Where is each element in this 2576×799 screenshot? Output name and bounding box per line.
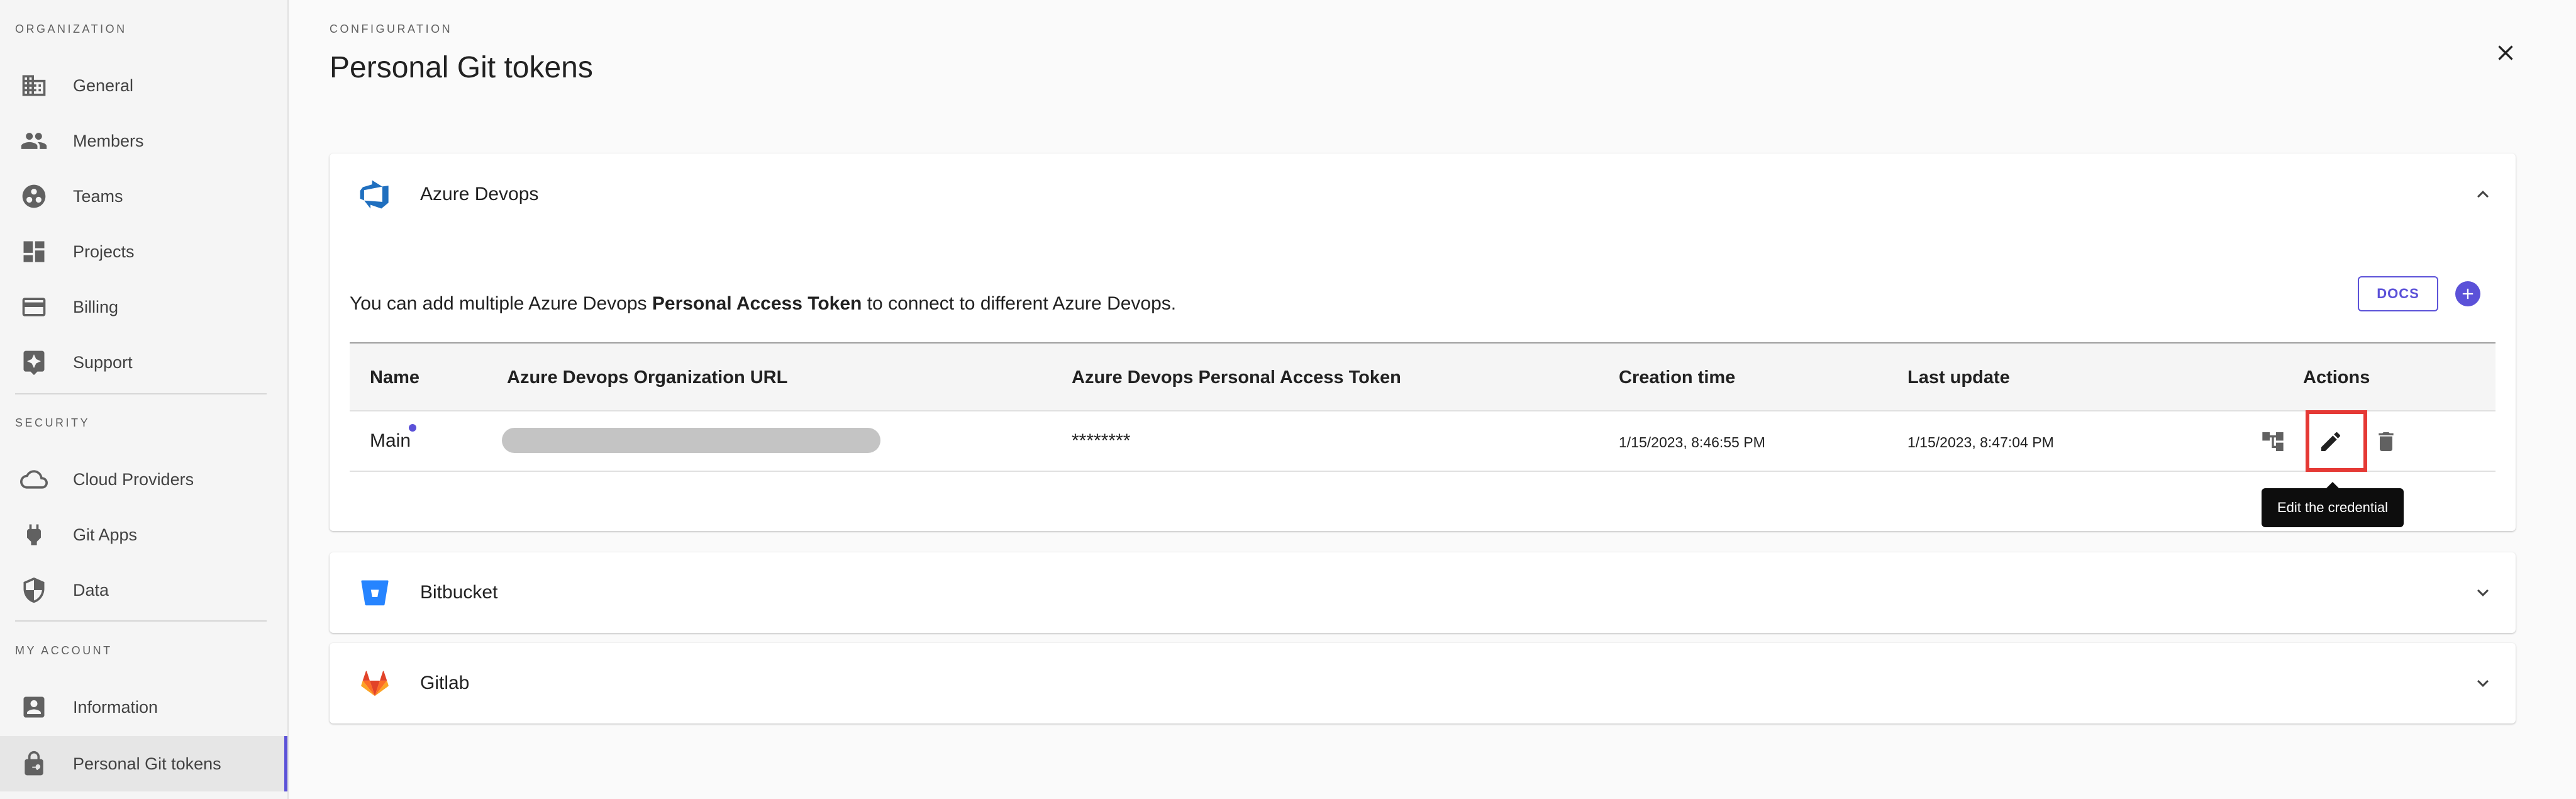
bitbucket-panel: Bitbucket — [330, 552, 2516, 633]
azure-devops-logo-icon — [358, 178, 391, 211]
sidebar-item-information[interactable]: Information — [0, 679, 287, 735]
sidebar-item-data[interactable]: Data — [0, 562, 287, 618]
panel-title: Azure Devops — [420, 184, 539, 204]
dashboard-icon — [20, 238, 48, 265]
description-text: to connect to different Azure Devops. — [862, 293, 1177, 314]
panel-description: You can add multiple Azure Devops Person… — [350, 293, 1176, 315]
sidebar-item-teams[interactable]: Teams — [0, 169, 287, 224]
sidebar-item-label: Information — [73, 697, 158, 717]
lock-key-icon — [20, 750, 48, 778]
token-value: ******** — [1072, 430, 1131, 451]
table-header: Name Azure Devops Organization URL Azure… — [350, 342, 2496, 411]
section-label-my-account: MY ACCOUNT — [15, 644, 113, 657]
column-header-name: Name — [370, 367, 419, 388]
account-box-icon — [20, 693, 48, 721]
column-header-token: Azure Devops Personal Access Token — [1072, 367, 1401, 388]
last-update-time: 1/15/2023, 8:47:04 PM — [1907, 434, 2054, 450]
gitlab-panel: Gitlab — [330, 643, 2516, 724]
add-token-button[interactable] — [2455, 281, 2480, 306]
docs-button[interactable]: DOCS — [2358, 276, 2438, 311]
plug-icon — [20, 521, 48, 549]
panel-title: Gitlab — [420, 673, 470, 693]
page-title: Personal Git tokens — [330, 51, 593, 84]
sidebar-item-label: Cloud Providers — [73, 469, 194, 489]
section-label-organization: ORGANIZATION — [15, 23, 127, 35]
sidebar-item-git-apps[interactable]: Git Apps — [0, 507, 287, 562]
sidebar-item-label: Projects — [73, 242, 135, 261]
people-icon — [20, 127, 48, 155]
sidebar-divider — [15, 393, 267, 394]
sidebar-item-label: Billing — [73, 297, 119, 316]
associated-services-button[interactable] — [2258, 427, 2288, 457]
sidebar-item-label: Personal Git tokens — [73, 754, 221, 773]
gitlab-panel-header[interactable]: Gitlab — [330, 643, 2516, 724]
azure-devops-panel-header[interactable]: Azure Devops — [330, 154, 2516, 235]
bitbucket-panel-header[interactable]: Bitbucket — [330, 552, 2516, 633]
cloud-icon — [20, 466, 48, 493]
url-redacted-bar — [502, 428, 880, 453]
close-icon — [2498, 45, 2513, 60]
column-header-creation-time: Creation time — [1619, 367, 1736, 388]
bitbucket-logo-icon — [358, 576, 391, 609]
creation-time: 1/15/2023, 8:46:55 PM — [1619, 434, 1765, 450]
sidebar-item-personal-git-tokens[interactable]: Personal Git tokens — [0, 736, 287, 791]
sidebar-item-billing[interactable]: Billing — [0, 279, 287, 335]
sidebar-item-general[interactable]: General — [0, 58, 287, 113]
description-bold-text: Personal Access Token — [652, 293, 862, 314]
delete-credential-button[interactable] — [2371, 427, 2401, 457]
column-header-last-update: Last update — [1907, 367, 2010, 388]
sidebar-item-label: Git Apps — [73, 525, 138, 544]
support-icon — [20, 349, 48, 376]
chevron-down-icon[interactable] — [2470, 580, 2496, 605]
building-icon — [20, 72, 48, 99]
sidebar-divider — [15, 620, 267, 622]
description-text: You can add multiple Azure Devops — [350, 293, 652, 314]
azure-devops-panel: Azure Devops You can add multiple Azure … — [330, 154, 2516, 531]
edit-tooltip: Edit the credential — [2262, 482, 2404, 527]
column-header-actions: Actions — [2303, 367, 2370, 388]
sidebar-item-label: Teams — [73, 186, 123, 206]
sidebar-item-label: General — [73, 75, 134, 95]
hierarchy-icon — [2262, 432, 2284, 451]
column-header-url: Azure Devops Organization URL — [507, 367, 788, 388]
panel-title: Bitbucket — [420, 582, 498, 603]
gitlab-logo-icon — [358, 667, 391, 700]
shield-icon — [20, 576, 48, 604]
sidebar-item-members[interactable]: Members — [0, 113, 287, 169]
section-label-security: SECURITY — [15, 416, 91, 429]
sidebar: ORGANIZATION General Members Teams Proje… — [0, 0, 289, 799]
edit-button-highlight — [2306, 410, 2367, 472]
sidebar-item-label: Data — [73, 580, 109, 600]
sidebar-item-label: Support — [73, 352, 133, 372]
credit-card-icon — [20, 293, 48, 321]
sidebar-item-label: Members — [73, 131, 144, 150]
table-row: Main ******** 1/15/2023, 8:46:55 PM 1/15… — [350, 411, 2496, 472]
status-dot — [409, 424, 416, 432]
chevron-up-icon[interactable] — [2470, 182, 2496, 207]
chevron-down-icon[interactable] — [2470, 671, 2496, 696]
sidebar-item-cloud-providers[interactable]: Cloud Providers — [0, 452, 287, 507]
sidebar-item-support[interactable]: Support — [0, 335, 287, 390]
trash-icon — [2379, 432, 2394, 451]
token-name: Main — [370, 430, 411, 451]
teams-icon — [20, 182, 48, 210]
plus-icon — [2462, 288, 2473, 299]
breadcrumb: CONFIGURATION — [330, 23, 453, 35]
close-button[interactable] — [2490, 38, 2521, 68]
sidebar-item-projects[interactable]: Projects — [0, 224, 287, 279]
